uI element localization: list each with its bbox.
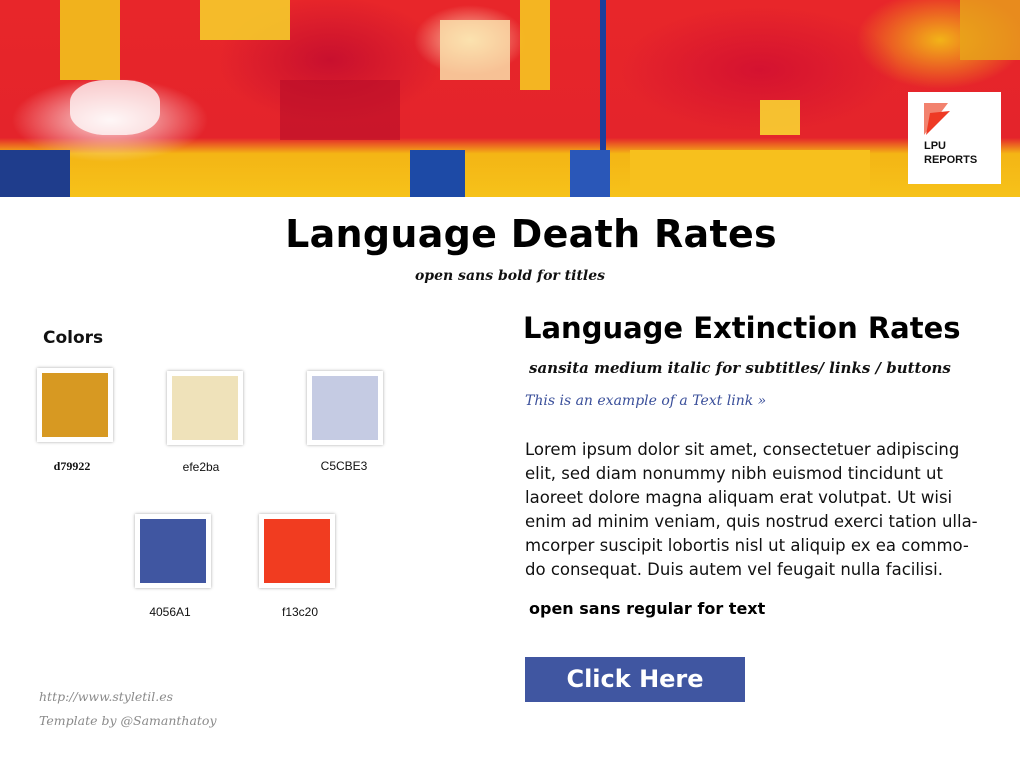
banner-stroke (410, 150, 465, 197)
banner-stroke (200, 0, 290, 40)
footer-url[interactable]: http://www.styletil.es (39, 689, 173, 704)
click-here-button[interactable]: Click Here (525, 657, 745, 702)
color-swatch-fill (42, 373, 108, 437)
color-swatch (259, 514, 335, 588)
colors-heading: Colors (43, 328, 104, 348)
footer-credit: Template by @Samanthatoy (39, 713, 217, 728)
color-swatch-fill (172, 376, 238, 440)
body-line: laoreet dolore magna aliquam erat volutp… (525, 488, 953, 507)
page-title: Language Death Rates (285, 212, 777, 256)
color-swatch-label: f13c20 (281, 605, 319, 619)
color-swatch-label: efe2ba (182, 460, 220, 474)
logo-text-line: REPORTS (924, 154, 978, 166)
banner-stroke (520, 0, 550, 90)
banner-image: LPU REPORTS (0, 0, 1020, 197)
text-font-caption: open sans regular for text (529, 599, 766, 618)
color-swatch-fill (264, 519, 330, 583)
color-swatch (135, 514, 211, 588)
color-swatch-label: C5CBE3 (320, 459, 368, 473)
subtitle: Language Extinction Rates (523, 311, 961, 345)
color-swatch (307, 371, 383, 445)
banner-stroke (280, 80, 400, 140)
body-line: mcorper suscipit lobortis nisl ut aliqui… (525, 536, 969, 555)
body-paragraph: Lorem ipsum dolor sit amet, consectetuer… (525, 438, 995, 582)
subtitle-font-caption: sansita medium italic for subtitles/ lin… (529, 359, 951, 377)
banner-stroke (440, 20, 510, 80)
banner-stroke (60, 0, 120, 80)
banner-stroke (0, 150, 70, 197)
color-swatch-fill (140, 519, 206, 583)
color-swatch (167, 371, 243, 445)
example-text-link[interactable]: This is an example of a Text link » (525, 393, 766, 409)
logo-text-line: LPU (924, 140, 946, 152)
banner-stroke (760, 100, 800, 135)
banner-stroke (960, 0, 1020, 60)
title-font-caption: open sans bold for titles (414, 268, 606, 284)
color-swatch-label: d79922 (53, 459, 91, 473)
body-line: enim ad minim veniam, quis nostrud exerc… (525, 512, 978, 531)
logo-badge[interactable]: LPU REPORTS (908, 92, 1001, 184)
body-line: elit, sed diam nonummy nibh euismod tinc… (525, 464, 943, 483)
banner-stroke (630, 150, 870, 197)
color-swatch (37, 368, 113, 442)
body-line: do consequat. Duis autem vel feugait nul… (525, 560, 943, 579)
lpu-reports-logo-icon (924, 103, 950, 135)
banner-stroke (70, 80, 160, 135)
body-line: Lorem ipsum dolor sit amet, consectetuer… (525, 440, 960, 459)
banner-stroke (570, 150, 610, 197)
logo-text: LPU REPORTS (924, 139, 999, 167)
color-swatch-label: 4056A1 (149, 605, 191, 619)
color-swatch-fill (312, 376, 378, 440)
